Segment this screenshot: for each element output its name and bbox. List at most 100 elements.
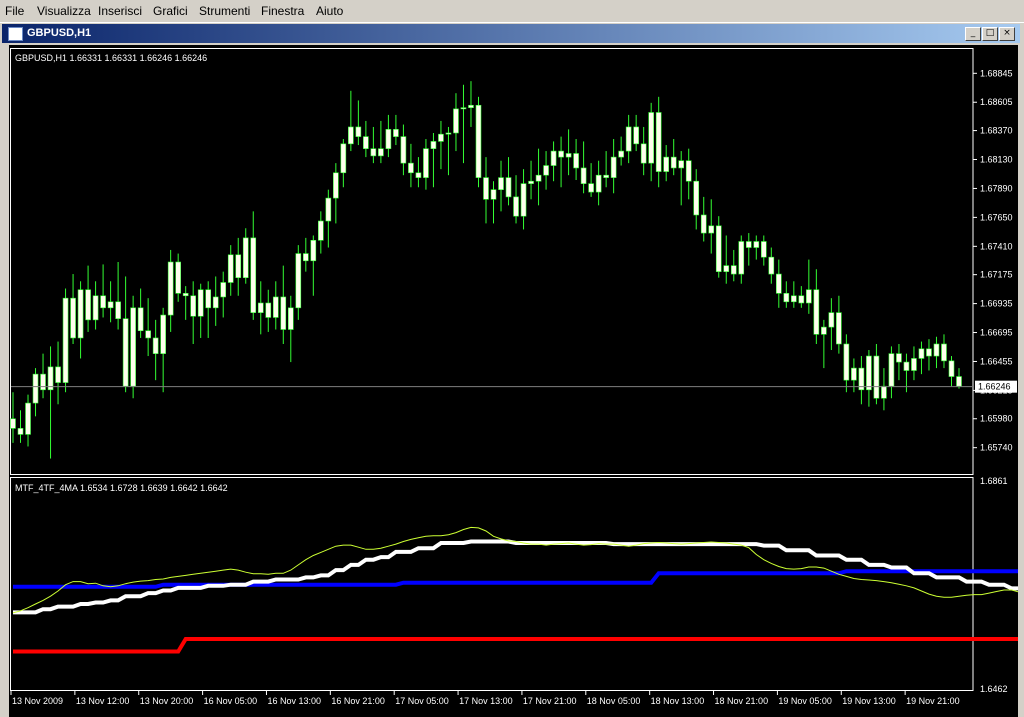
time-axis-label: 18 Nov 21:00 [715, 696, 769, 706]
indicator-axis-label: 1.6462 [980, 684, 1008, 694]
candle-body [182, 293, 189, 297]
candle-body [558, 150, 564, 158]
indicator-axis-label: 1.6861 [980, 476, 1008, 486]
candle-body [603, 174, 609, 178]
candle-body [618, 150, 624, 158]
price-axis-label: 1.67650 [980, 212, 1013, 222]
close-button[interactable]: × [999, 27, 1015, 41]
candle-body [32, 373, 39, 404]
candle-body [723, 265, 730, 272]
candle-body [70, 297, 76, 339]
candle-body [130, 307, 136, 387]
candle-body [610, 156, 617, 178]
menu-inserisci[interactable]: Inserisci [98, 4, 142, 18]
candle-body [843, 343, 850, 381]
candle-body [265, 302, 272, 318]
candle-body [851, 367, 857, 381]
menu-file[interactable]: File [5, 4, 24, 18]
candle-body [535, 174, 542, 182]
candle-body [760, 241, 767, 258]
price-axis-label: 1.65740 [980, 443, 1013, 453]
candle-body [573, 153, 579, 169]
time-axis-label: 13 Nov 2009 [12, 696, 63, 706]
candle-body [498, 177, 504, 190]
candle-body [85, 289, 91, 321]
candle-body [745, 241, 752, 248]
candle-body [776, 273, 782, 294]
time-axis-label: 19 Nov 21:00 [906, 696, 960, 706]
candle-body [310, 239, 317, 262]
candle-body [896, 353, 902, 363]
candle-body [92, 295, 99, 321]
candle-body [370, 148, 377, 157]
time-axis-label: 16 Nov 21:00 [331, 696, 385, 706]
price-axis-label: 1.68130 [980, 155, 1013, 165]
candle-body [438, 133, 444, 142]
candle-body [333, 172, 339, 199]
time-axis-label: 17 Nov 21:00 [523, 696, 577, 706]
indicator-pane-title: MTF_4TF_4MA 1.6534 1.6728 1.6639 1.6642 … [15, 483, 228, 493]
price-axis-label: 1.67175 [980, 270, 1013, 280]
candle-body [813, 289, 820, 335]
candle-body [625, 126, 632, 152]
candle-body [280, 296, 287, 330]
candle-body [648, 112, 654, 164]
candle-body [423, 148, 429, 178]
chart-canvas[interactable]: 1.68845 1.68605 1.68370 1.68130 1.67890 1.676… [9, 45, 1018, 717]
candle-body [115, 301, 121, 319]
candle-body [730, 265, 737, 275]
candle-body [340, 143, 347, 174]
candle-body [17, 428, 24, 435]
candle-body [385, 129, 392, 149]
maximize-button[interactable]: □ [982, 27, 998, 41]
candle-body [836, 312, 842, 345]
menu-aiuto[interactable]: Aiuto [316, 4, 343, 18]
candle-body [400, 136, 407, 164]
candle-body [242, 237, 249, 278]
time-axis-label: 19 Nov 13:00 [842, 696, 896, 706]
candle-body [468, 104, 474, 108]
candle-body [62, 297, 69, 383]
time-axis-label: 13 Nov 12:00 [76, 696, 130, 706]
candle-body [460, 107, 467, 110]
candle-body [505, 177, 512, 198]
time-axis-label: 17 Nov 13:00 [459, 696, 513, 706]
candle-body [318, 220, 324, 241]
time-axis-label: 13 Nov 20:00 [140, 696, 194, 706]
menu-finestra[interactable]: Finestra [261, 4, 304, 18]
candle-body [325, 197, 332, 222]
candle-body [588, 183, 594, 193]
candle-body [543, 165, 549, 176]
candle-body [355, 126, 362, 137]
menu-strumenti[interactable]: Strumenti [199, 4, 250, 18]
candle-body [167, 261, 174, 316]
candle-body [738, 241, 745, 275]
candle-body [828, 312, 835, 328]
candle-body [212, 296, 219, 309]
menu-bar: File Visualizza Inserisci Grafici Strume… [0, 0, 1024, 23]
candle-body [700, 214, 707, 234]
candle-body [678, 160, 685, 169]
candle-body [272, 296, 279, 318]
window-titlebar[interactable]: GBPUSD,H1 _ □ × [2, 24, 1020, 43]
candle-body [483, 177, 489, 200]
candle-body [685, 160, 692, 182]
time-axis-label: 16 Nov 05:00 [204, 696, 258, 706]
menu-grafici[interactable]: Grafici [153, 4, 188, 18]
candle-body [235, 254, 242, 278]
candle-body [926, 348, 932, 357]
candle-body [445, 132, 452, 135]
candle-body [866, 355, 872, 391]
candle-body [175, 261, 181, 294]
minimize-button[interactable]: _ [965, 27, 981, 41]
candle-body [708, 225, 715, 234]
candle-body [903, 361, 910, 371]
candle-body [595, 174, 602, 193]
candle-body [715, 225, 722, 272]
candle-body [415, 172, 422, 178]
candle-body [107, 301, 114, 309]
menu-visualizza[interactable]: Visualizza [37, 4, 91, 18]
candle-body [378, 148, 384, 157]
candle-body [10, 418, 16, 429]
candle-body [100, 295, 106, 309]
